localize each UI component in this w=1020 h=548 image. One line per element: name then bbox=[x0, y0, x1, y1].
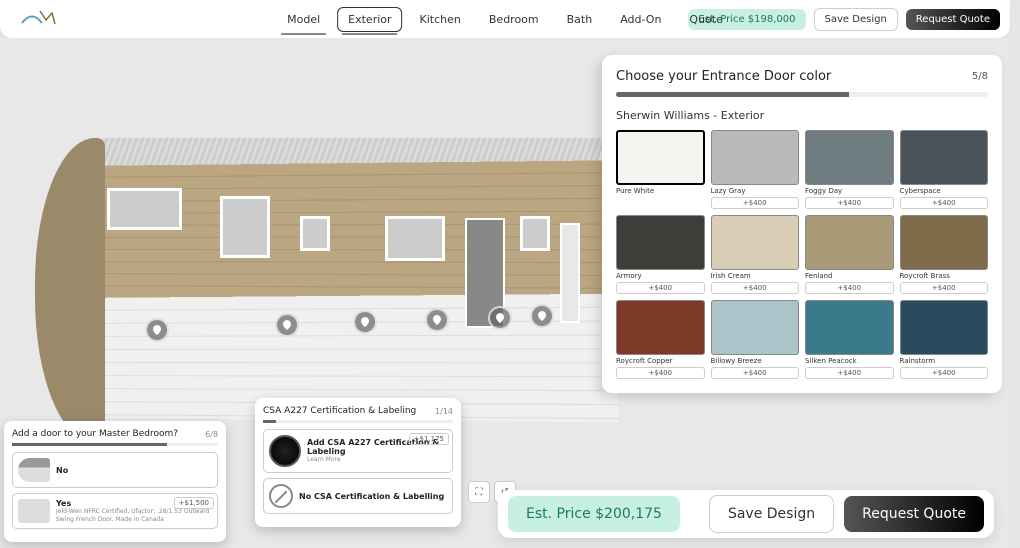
save-design-button[interactable]: Save Design bbox=[814, 8, 898, 31]
cert-option-none[interactable]: No CSA Certification & Labelling bbox=[263, 478, 453, 514]
nav-bath[interactable]: Bath bbox=[556, 7, 604, 32]
door-option-yes[interactable]: +$1,500 YesJeld-Wen NFRC Certified, Ufac… bbox=[12, 493, 218, 529]
footer-save-button[interactable]: Save Design bbox=[709, 495, 834, 533]
color-panel: Choose your Entrance Door color 5/8 Sher… bbox=[602, 55, 1002, 393]
request-quote-button[interactable]: Request Quote bbox=[906, 9, 1000, 30]
footer-price-badge[interactable]: Est. Price $200,175 bbox=[508, 496, 680, 532]
swatch-billowy-breeze[interactable]: Billowy Breeze+$400 bbox=[711, 300, 800, 379]
door-option-no[interactable]: No bbox=[12, 452, 218, 488]
swatch-irish-cream[interactable]: Irish Cream+$400 bbox=[711, 215, 800, 294]
swatch-armory[interactable]: Armory+$400 bbox=[616, 215, 705, 294]
hotspot[interactable] bbox=[530, 304, 554, 328]
hotspot[interactable] bbox=[275, 313, 299, 337]
nav-kitchen[interactable]: Kitchen bbox=[409, 7, 472, 32]
swatch-lazy-gray[interactable]: Lazy Gray+$400 bbox=[711, 130, 800, 209]
hotspot[interactable] bbox=[425, 308, 449, 332]
swatch-roycroft-copper[interactable]: Roycroft Copper+$400 bbox=[616, 300, 705, 379]
nav-model[interactable]: Model bbox=[276, 7, 331, 32]
main-nav: ModelExterior KitchenBedroomBathAdd-OnQuo… bbox=[276, 7, 734, 32]
swatch-cyberspace[interactable]: Cyberspace+$400 bbox=[900, 130, 989, 209]
popup-master-door: Add a door to your Master Bedroom? 6/8 N… bbox=[4, 421, 226, 542]
popup-certification: CSA A227 Certification & Labeling 1/14 +… bbox=[255, 398, 461, 527]
popup-step: 1/14 bbox=[435, 407, 453, 416]
fullscreen-button[interactable]: ⛶ bbox=[468, 481, 490, 503]
popup-step: 6/8 bbox=[205, 430, 218, 439]
swatch-rainstorm[interactable]: Rainstorm+$400 bbox=[900, 300, 989, 379]
popup-title: Add a door to your Master Bedroom? bbox=[12, 429, 178, 439]
nav-exterior[interactable]: Exterior bbox=[337, 7, 402, 32]
brand-label: Sherwin Williams - Exterior bbox=[616, 109, 988, 122]
hotspot[interactable] bbox=[353, 310, 377, 334]
no-icon bbox=[269, 484, 293, 508]
hotspot[interactable] bbox=[488, 306, 512, 330]
swatch-roycroft-brass[interactable]: Roycroft Brass+$400 bbox=[900, 215, 989, 294]
swatch-pure-white[interactable]: Pure White bbox=[616, 130, 705, 209]
footer-quote-button[interactable]: Request Quote bbox=[844, 496, 984, 532]
panel-step: 5/8 bbox=[972, 71, 988, 82]
footer-bar: Est. Price $200,175 Save Design Request … bbox=[498, 490, 994, 538]
cert-option-add[interactable]: +$1,175 Add CSA A227 Certification & Lab… bbox=[263, 429, 453, 473]
hotspot[interactable] bbox=[145, 318, 169, 342]
nav-add-on[interactable]: Add-On bbox=[609, 7, 672, 32]
nav-bedroom[interactable]: Bedroom bbox=[478, 7, 550, 32]
panel-title: Choose your Entrance Door color bbox=[616, 69, 831, 84]
swatch-silken-peacock[interactable]: Silken Peacock+$400 bbox=[805, 300, 894, 379]
popup-title: CSA A227 Certification & Labeling bbox=[263, 406, 416, 416]
swatch-foggy-day[interactable]: Foggy Day+$400 bbox=[805, 130, 894, 209]
logo bbox=[10, 5, 70, 33]
nav-quote[interactable]: Quote bbox=[678, 7, 733, 32]
swatch-fenland[interactable]: Fenland+$400 bbox=[805, 215, 894, 294]
